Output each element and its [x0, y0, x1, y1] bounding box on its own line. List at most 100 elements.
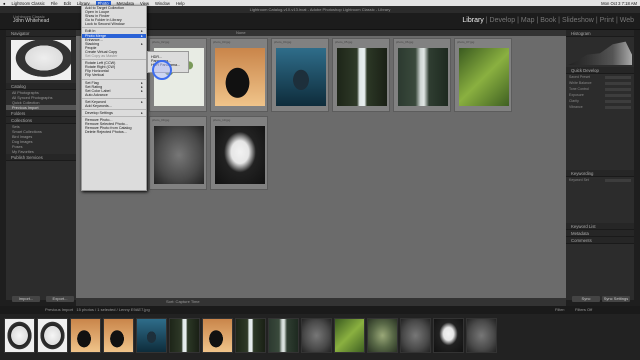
- photo-menu-item[interactable]: Develop Settings ▸: [82, 111, 146, 115]
- thumb-filename: photo_10.jpg: [213, 118, 231, 122]
- filmstrip-thumb[interactable]: [466, 318, 497, 353]
- import-button[interactable]: Import...: [12, 296, 40, 302]
- filmstrip-source[interactable]: Previous Import: [45, 307, 73, 312]
- filmstrip-thumb[interactable]: [4, 318, 35, 353]
- folders-header[interactable]: Folders: [6, 110, 76, 117]
- photo-menu-item[interactable]: Set Copy as Master: [82, 54, 146, 58]
- module-slideshow[interactable]: Slideshow: [562, 17, 594, 24]
- apple-icon[interactable]: ●: [3, 1, 6, 6]
- menu-separator: [82, 109, 146, 111]
- keywording-header[interactable]: Keywording: [566, 170, 634, 177]
- thumbnail-image[interactable]: [459, 48, 509, 106]
- catalog-header[interactable]: Catalog: [6, 83, 76, 90]
- filmstrip-thumb[interactable]: [70, 318, 101, 353]
- filmstrip-thumb[interactable]: [334, 318, 365, 353]
- keyword-list-header[interactable]: Keyword List: [566, 223, 634, 230]
- photo-menu-item[interactable]: Flip Vertical: [82, 73, 146, 77]
- grid-cell[interactable]: photo_04.jpg: [271, 38, 329, 112]
- sync-settings-button[interactable]: Sync Settings: [602, 296, 630, 302]
- grid-cell[interactable]: photo_07.jpg: [454, 38, 512, 112]
- qd-label: Saved Preset: [569, 75, 591, 79]
- filmstrip-thumb[interactable]: [103, 318, 134, 353]
- menu-item-label: Lock to Second Window: [85, 22, 125, 27]
- menubar-clock: Mon Oct 3 7:18 AM: [601, 0, 637, 6]
- grid-cell[interactable]: photo_09.jpg: [149, 116, 207, 190]
- thumbnail-image[interactable]: [276, 48, 326, 106]
- qd-label: Tone Control: [569, 87, 589, 91]
- filmstrip-info: 15 photos / 1 selected / Lenny E9AE7.jpg: [76, 307, 150, 312]
- thumbnail-image[interactable]: [215, 126, 265, 184]
- keyword-set-label: Keyword Set: [569, 178, 589, 182]
- filter-select[interactable]: Filters Off: [575, 306, 592, 314]
- filmstrip-thumb[interactable]: [367, 318, 398, 353]
- qd-control[interactable]: [605, 82, 631, 85]
- left-panel: Navigator Catalog All Photographs All Sy…: [6, 30, 76, 300]
- grid-toolbar[interactable]: Sort: Capture Time: [76, 298, 566, 306]
- publish-header[interactable]: Publish Services: [6, 154, 76, 161]
- grid-cell[interactable]: photo_10.jpg: [210, 116, 268, 190]
- menu-edit[interactable]: Edit: [64, 1, 71, 6]
- filmstrip-thumb[interactable]: [169, 318, 200, 353]
- thumbnail-image[interactable]: [398, 48, 448, 106]
- keyword-set-select[interactable]: [605, 179, 631, 182]
- thumbnail-image[interactable]: [337, 48, 387, 106]
- thumb-filename: photo_03.jpg: [213, 40, 231, 44]
- grid-cell[interactable]: photo_06.jpg: [393, 38, 451, 112]
- module-develop[interactable]: Develop: [490, 17, 516, 24]
- module-print[interactable]: Print: [600, 17, 614, 24]
- comments-header[interactable]: Comments: [566, 237, 634, 244]
- menu-window[interactable]: Window: [155, 1, 170, 6]
- photo-menu-item[interactable]: Delete Rejected Photos...: [82, 130, 146, 134]
- qd-control[interactable]: [605, 100, 631, 103]
- filmstrip-thumb[interactable]: [301, 318, 332, 353]
- filmstrip-thumb[interactable]: [235, 318, 266, 353]
- filmstrip-thumb[interactable]: [37, 318, 68, 353]
- module-book[interactable]: Book: [540, 17, 556, 24]
- navigator-preview[interactable]: [11, 40, 71, 80]
- sync-button[interactable]: Sync: [572, 296, 600, 302]
- menu-separator: [82, 116, 146, 118]
- filmstrip-thumb[interactable]: [400, 318, 431, 353]
- collections-header[interactable]: Collections: [6, 117, 76, 124]
- qd-control[interactable]: [605, 88, 631, 91]
- qd-control[interactable]: [605, 76, 631, 79]
- thumbnail-image[interactable]: [154, 126, 204, 184]
- qd-control[interactable]: [605, 94, 631, 97]
- menu-item-label: Set Copy as Master: [85, 54, 118, 59]
- menu-separator: [82, 27, 146, 29]
- module-web[interactable]: Web: [620, 17, 634, 24]
- menu-separator: [82, 97, 146, 99]
- thumb-filename: photo_04.jpg: [274, 40, 292, 44]
- grid-cell[interactable]: photo_03.jpg: [210, 38, 268, 112]
- menu-file[interactable]: File: [51, 1, 58, 6]
- thumb-filename: photo_05.jpg: [335, 40, 353, 44]
- histogram: [568, 41, 632, 65]
- export-button[interactable]: Export...: [46, 296, 74, 302]
- thumb-filename: photo_06.jpg: [396, 40, 414, 44]
- histogram-header[interactable]: Histogram: [566, 30, 634, 37]
- module-map[interactable]: Map: [521, 17, 535, 24]
- metadata-header[interactable]: Metadata: [566, 230, 634, 237]
- filmstrip-thumb[interactable]: [268, 318, 299, 353]
- qd-control[interactable]: [605, 106, 631, 109]
- lightroom-window: { "menubar":{"apple":"","items":["Lightr…: [0, 0, 640, 360]
- filmstrip-thumb[interactable]: [433, 318, 464, 353]
- filmstrip-thumb[interactable]: [136, 318, 167, 353]
- menu-app[interactable]: Lightroom Classic: [12, 1, 45, 6]
- mouse-cursor-highlight: [152, 60, 172, 80]
- thumbnail-image[interactable]: [215, 48, 265, 106]
- filmstrip-thumb[interactable]: [202, 318, 233, 353]
- menu-item-label: Develop Settings: [85, 111, 113, 116]
- module-picker: Library | Develop | Map | Book | Slidesh…: [462, 17, 634, 24]
- photo-menu-item[interactable]: Auto Advance: [82, 93, 146, 97]
- user-name: John Whitehead: [13, 18, 50, 24]
- quick-develop-header[interactable]: Quick Develop: [566, 67, 634, 74]
- photo-menu-item[interactable]: Add Keywords...: [82, 104, 146, 108]
- library-filter[interactable]: None: [76, 30, 566, 36]
- navigator-header[interactable]: Navigator: [6, 30, 76, 37]
- module-library[interactable]: Library: [462, 17, 483, 24]
- menu-separator: [82, 59, 146, 61]
- grid-cell[interactable]: photo_05.jpg: [332, 38, 390, 112]
- photo-menu-item[interactable]: Lock to Second Window: [82, 22, 146, 26]
- menu-help[interactable]: Help: [176, 1, 185, 6]
